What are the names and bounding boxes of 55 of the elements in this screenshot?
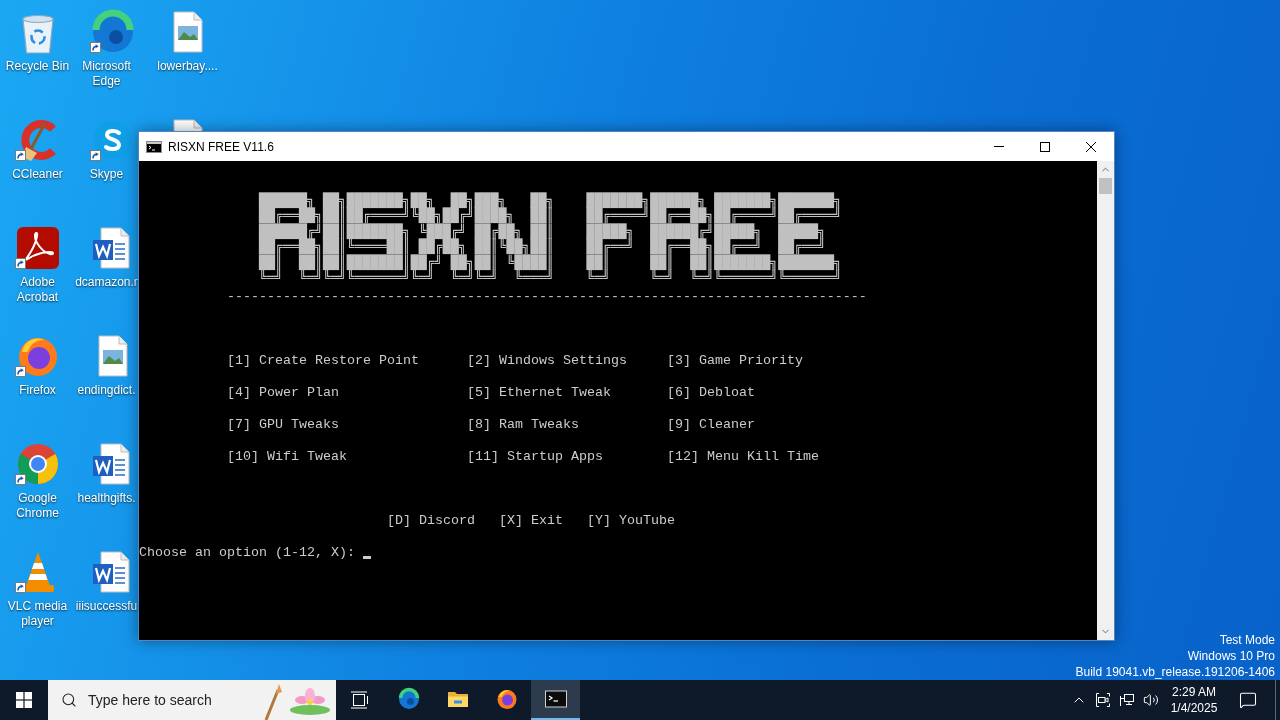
icon-label[interactable]: CCleaner xyxy=(0,167,75,182)
edge-icon xyxy=(396,687,421,711)
network-icon xyxy=(1119,692,1135,708)
icon-label[interactable]: VLC media player xyxy=(0,599,75,629)
system-info-text: Windows 10 Pro xyxy=(1187,648,1275,664)
menu-option: [5] Ethernet Tweak xyxy=(467,384,611,401)
close-icon xyxy=(1086,141,1096,152)
menu-option: [8] Ram Tweaks xyxy=(467,416,579,433)
text-cursor xyxy=(362,555,371,559)
system-info-text: Build 19041.vb_release.191206-1406 xyxy=(1075,664,1275,680)
menu-option: [6] Debloat xyxy=(667,384,755,401)
icon-label[interactable]: iiisuccessfu xyxy=(75,599,138,614)
icon-label[interactable]: dcamazon.r xyxy=(75,275,138,290)
window-title: RISXN FREE V11.6 xyxy=(168,138,274,156)
minimize-icon xyxy=(994,146,1004,147)
menu-option: [10] Wifi Tweak xyxy=(227,448,347,465)
icon-label[interactable]: Google Chrome xyxy=(0,491,75,521)
search-input[interactable]: Type here to search xyxy=(88,689,238,711)
console-icon xyxy=(146,138,162,155)
icon-label[interactable]: Skype xyxy=(75,167,138,182)
icon-label[interactable]: endingdict. xyxy=(75,383,138,398)
dash-line-text: -------------------------------------------------------------------------------- xyxy=(227,288,867,305)
menu-option: [12] Menu Kill Time xyxy=(667,448,819,465)
prompt-text: Choose an option (1-12, X): xyxy=(139,544,355,561)
windows-logo-icon xyxy=(16,692,32,708)
shortcut-option: [D] Discord xyxy=(387,512,475,529)
console-icon xyxy=(543,687,568,711)
clock-button[interactable]: 2:29 AM 1/4/2025 xyxy=(1163,680,1225,720)
taskbar-app-button[interactable] xyxy=(531,680,580,720)
search-box[interactable]: Type here to search xyxy=(48,680,336,720)
system-info-text: Test Mode xyxy=(1219,632,1275,648)
icon-label[interactable]: healthgifts. xyxy=(75,491,138,506)
speaker-icon xyxy=(1143,692,1159,708)
search-icon xyxy=(61,692,77,708)
menu-option: [9] Cleaner xyxy=(667,416,755,433)
task-view-icon xyxy=(350,691,370,709)
shortcut-option: [Y] YouTube xyxy=(587,512,675,529)
menu-option: [2] Windows Settings xyxy=(467,352,627,369)
icon-label[interactable]: Firefox xyxy=(0,383,75,398)
menu-option: [7] GPU Tweaks xyxy=(227,416,339,433)
menu-option: [1] Create Restore Point xyxy=(227,352,419,369)
menu-option: [3] Game Priority xyxy=(667,352,803,369)
icon-label[interactable]: Microsoft Edge xyxy=(75,59,138,89)
ascii-art-title: ██████╗ ██╗███████╗██╗ ██╗███╗ ██╗ ███████╗██████╗ ███████╗███████╗ ██╔══██╗██║██╔════╝╚██╗██╔╝████╗ ██║ ██╔════╝██╔══██╗██╔════╝██╔════╝ ██████╔╝██║███████╗ ╚███╔╝ ██╔██╗ ██║ █████╗ ██████╔╝█████╗ █████╗ ██╔══██╗██║╚════██║ ██╔██╗ ██║╚██╗██║ ██╔══╝ ██╔══██╗██╔══╝ ██╔══╝ ██║ ██║██║███████║██╔╝ ██╗██║ ╚████║ ██║ ██║ ██║███████╗███████╗ ╚═╝ ╚═╝╚═╝╚══════╝╚═╝ ╚═╝╚═╝ ╚═══╝ ╚═╝ ╚═╝ ╚═╝╚══════╝╚══════╝ xyxy=(259,193,843,286)
icon-label[interactable]: lowerbay.... xyxy=(150,59,225,74)
shortcut-option: [X] Exit xyxy=(499,512,563,529)
speech-bubble-icon xyxy=(1238,691,1257,709)
maximize-icon xyxy=(1040,141,1050,152)
camera-icon xyxy=(1095,692,1111,708)
icon-label[interactable]: Adobe Acrobat xyxy=(0,275,75,305)
vertical-scrollbar[interactable] xyxy=(1097,161,1114,640)
icon-label[interactable]: Recycle Bin xyxy=(0,59,75,74)
scroll-thumb[interactable] xyxy=(1099,178,1112,194)
menu-option: [11] Startup Apps xyxy=(467,448,603,465)
menu-option: [4] Power Plan xyxy=(227,384,339,401)
